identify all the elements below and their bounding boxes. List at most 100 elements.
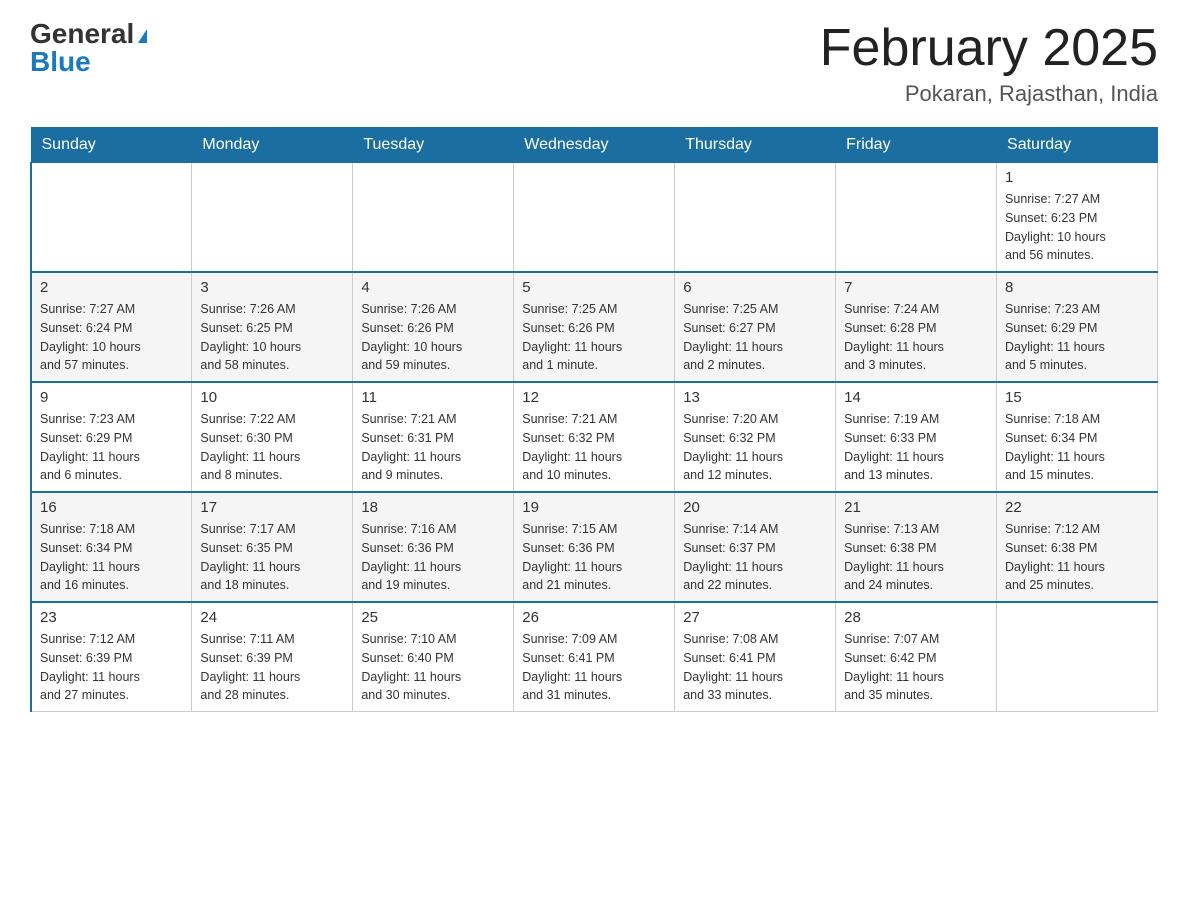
table-row: 11 Sunrise: 7:21 AMSunset: 6:31 PMDayligh… — [353, 382, 514, 492]
day-number: 1 — [1005, 169, 1149, 186]
day-info: Sunrise: 7:22 AMSunset: 6:30 PMDaylight:… — [200, 410, 344, 485]
table-row: 10 Sunrise: 7:22 AMSunset: 6:30 PMDayligh… — [192, 382, 353, 492]
logo-general-text: General — [30, 20, 147, 48]
table-row: 22 Sunrise: 7:12 AMSunset: 6:38 PMDayligh… — [997, 492, 1158, 602]
calendar-week-row: 1 Sunrise: 7:27 AMSunset: 6:23 PMDaylight… — [31, 163, 1158, 273]
day-info: Sunrise: 7:25 AMSunset: 6:26 PMDaylight:… — [522, 300, 666, 375]
day-info: Sunrise: 7:11 AMSunset: 6:39 PMDaylight:… — [200, 630, 344, 705]
day-info: Sunrise: 7:24 AMSunset: 6:28 PMDaylight:… — [844, 300, 988, 375]
table-row: 6 Sunrise: 7:25 AMSunset: 6:27 PMDaylight… — [675, 272, 836, 382]
day-info: Sunrise: 7:12 AMSunset: 6:38 PMDaylight:… — [1005, 520, 1149, 595]
day-info: Sunrise: 7:08 AMSunset: 6:41 PMDaylight:… — [683, 630, 827, 705]
logo: General Blue — [30, 20, 147, 76]
day-number: 10 — [200, 389, 344, 406]
day-info: Sunrise: 7:10 AMSunset: 6:40 PMDaylight:… — [361, 630, 505, 705]
day-number: 24 — [200, 609, 344, 626]
day-info: Sunrise: 7:16 AMSunset: 6:36 PMDaylight:… — [361, 520, 505, 595]
table-row: 13 Sunrise: 7:20 AMSunset: 6:32 PMDayligh… — [675, 382, 836, 492]
day-number: 7 — [844, 279, 988, 296]
table-row — [31, 163, 192, 273]
table-row: 25 Sunrise: 7:10 AMSunset: 6:40 PMDayligh… — [353, 602, 514, 712]
table-row: 20Sunrise: 7:14 AMSunset: 6:37 PMDayligh… — [675, 492, 836, 602]
table-row — [514, 163, 675, 273]
table-row: 17 Sunrise: 7:17 AMSunset: 6:35 PMDayligh… — [192, 492, 353, 602]
day-info: Sunrise: 7:18 AMSunset: 6:34 PMDaylight:… — [1005, 410, 1149, 485]
table-row: 21 Sunrise: 7:13 AMSunset: 6:38 PMDayligh… — [836, 492, 997, 602]
day-info: Sunrise: 7:14 AMSunset: 6:37 PMDaylight:… — [683, 520, 827, 595]
day-info: Sunrise: 7:12 AMSunset: 6:39 PMDaylight:… — [40, 630, 183, 705]
table-row: 28 Sunrise: 7:07 AMSunset: 6:42 PMDayligh… — [836, 602, 997, 712]
col-thursday: Thursday — [675, 128, 836, 163]
day-number: 16 — [40, 499, 183, 516]
day-info: Sunrise: 7:07 AMSunset: 6:42 PMDaylight:… — [844, 630, 988, 705]
day-number: 21 — [844, 499, 988, 516]
location: Pokaran, Rajasthan, India — [820, 81, 1158, 107]
table-row: 16Sunrise: 7:18 AMSunset: 6:34 PMDayligh… — [31, 492, 192, 602]
day-info: Sunrise: 7:09 AMSunset: 6:41 PMDaylight:… — [522, 630, 666, 705]
col-tuesday: Tuesday — [353, 128, 514, 163]
day-number: 8 — [1005, 279, 1149, 296]
day-info: Sunrise: 7:21 AMSunset: 6:32 PMDaylight:… — [522, 410, 666, 485]
col-saturday: Saturday — [997, 128, 1158, 163]
calendar-header-row: Sunday Monday Tuesday Wednesday Thursday… — [31, 128, 1158, 163]
day-info: Sunrise: 7:20 AMSunset: 6:32 PMDaylight:… — [683, 410, 827, 485]
calendar-week-row: 2Sunrise: 7:27 AMSunset: 6:24 PMDaylight… — [31, 272, 1158, 382]
day-info: Sunrise: 7:25 AMSunset: 6:27 PMDaylight:… — [683, 300, 827, 375]
title-section: February 2025 Pokaran, Rajasthan, India — [820, 20, 1158, 107]
day-info: Sunrise: 7:13 AMSunset: 6:38 PMDaylight:… — [844, 520, 988, 595]
table-row: 27 Sunrise: 7:08 AMSunset: 6:41 PMDayligh… — [675, 602, 836, 712]
day-info: Sunrise: 7:27 AMSunset: 6:23 PMDaylight:… — [1005, 190, 1149, 265]
table-row: 18 Sunrise: 7:16 AMSunset: 6:36 PMDayligh… — [353, 492, 514, 602]
day-number: 22 — [1005, 499, 1149, 516]
day-number: 4 — [361, 279, 505, 296]
col-wednesday: Wednesday — [514, 128, 675, 163]
calendar-week-row: 16Sunrise: 7:18 AMSunset: 6:34 PMDayligh… — [31, 492, 1158, 602]
day-number: 19 — [522, 499, 666, 516]
month-title: February 2025 — [820, 20, 1158, 77]
day-number: 15 — [1005, 389, 1149, 406]
day-number: 11 — [361, 389, 505, 406]
day-number: 9 — [40, 389, 183, 406]
day-number: 23 — [40, 609, 183, 626]
day-info: Sunrise: 7:26 AMSunset: 6:25 PMDaylight:… — [200, 300, 344, 375]
table-row: 3 Sunrise: 7:26 AMSunset: 6:25 PMDaylight… — [192, 272, 353, 382]
day-number: 25 — [361, 609, 505, 626]
day-number: 18 — [361, 499, 505, 516]
table-row — [353, 163, 514, 273]
day-number: 12 — [522, 389, 666, 406]
day-number: 28 — [844, 609, 988, 626]
day-number: 27 — [683, 609, 827, 626]
table-row — [675, 163, 836, 273]
table-row: 1 Sunrise: 7:27 AMSunset: 6:23 PMDaylight… — [997, 163, 1158, 273]
table-row — [997, 602, 1158, 712]
day-info: Sunrise: 7:26 AMSunset: 6:26 PMDaylight:… — [361, 300, 505, 375]
day-info: Sunrise: 7:15 AMSunset: 6:36 PMDaylight:… — [522, 520, 666, 595]
day-number: 2 — [40, 279, 183, 296]
day-number: 3 — [200, 279, 344, 296]
table-row: 23 Sunrise: 7:12 AMSunset: 6:39 PMDayligh… — [31, 602, 192, 712]
day-number: 17 — [200, 499, 344, 516]
table-row: 8 Sunrise: 7:23 AMSunset: 6:29 PMDaylight… — [997, 272, 1158, 382]
day-info: Sunrise: 7:17 AMSunset: 6:35 PMDaylight:… — [200, 520, 344, 595]
calendar-week-row: 23 Sunrise: 7:12 AMSunset: 6:39 PMDayligh… — [31, 602, 1158, 712]
table-row: 14 Sunrise: 7:19 AMSunset: 6:33 PMDayligh… — [836, 382, 997, 492]
col-monday: Monday — [192, 128, 353, 163]
table-row: 26 Sunrise: 7:09 AMSunset: 6:41 PMDayligh… — [514, 602, 675, 712]
table-row: 15 Sunrise: 7:18 AMSunset: 6:34 PMDayligh… — [997, 382, 1158, 492]
day-info: Sunrise: 7:19 AMSunset: 6:33 PMDaylight:… — [844, 410, 988, 485]
page-header: General Blue February 2025 Pokaran, Raja… — [30, 20, 1158, 107]
day-number: 14 — [844, 389, 988, 406]
table-row: 4 Sunrise: 7:26 AMSunset: 6:26 PMDaylight… — [353, 272, 514, 382]
day-number: 6 — [683, 279, 827, 296]
day-info: Sunrise: 7:23 AMSunset: 6:29 PMDaylight:… — [40, 410, 183, 485]
day-info: Sunrise: 7:21 AMSunset: 6:31 PMDaylight:… — [361, 410, 505, 485]
table-row: 19 Sunrise: 7:15 AMSunset: 6:36 PMDayligh… — [514, 492, 675, 602]
calendar-week-row: 9 Sunrise: 7:23 AMSunset: 6:29 PMDaylight… — [31, 382, 1158, 492]
day-info: Sunrise: 7:23 AMSunset: 6:29 PMDaylight:… — [1005, 300, 1149, 375]
col-friday: Friday — [836, 128, 997, 163]
day-number: 13 — [683, 389, 827, 406]
table-row: 24 Sunrise: 7:11 AMSunset: 6:39 PMDayligh… — [192, 602, 353, 712]
logo-blue-text: Blue — [30, 48, 91, 76]
day-number: 26 — [522, 609, 666, 626]
table-row: 7 Sunrise: 7:24 AMSunset: 6:28 PMDaylight… — [836, 272, 997, 382]
